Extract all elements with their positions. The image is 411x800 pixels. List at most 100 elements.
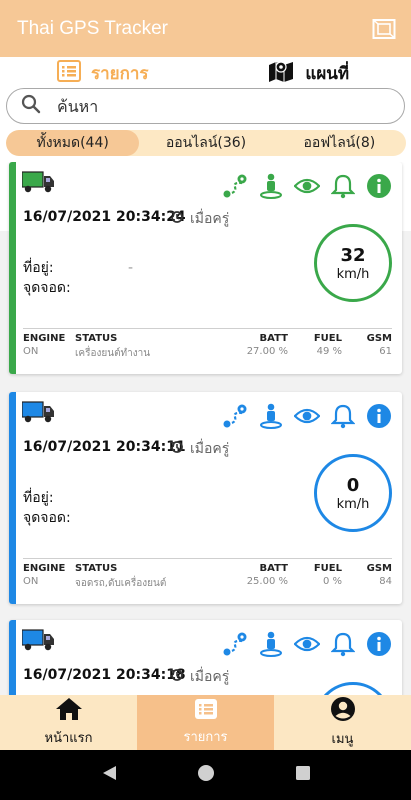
eye-icon[interactable]: [294, 403, 320, 429]
status-bar: [9, 162, 16, 374]
address-label: ที่อยู่:: [23, 260, 54, 276]
filter-all[interactable]: ทั้งหมด(44): [6, 130, 140, 156]
app-title: Thai GPS Tracker: [17, 17, 168, 39]
info-icon[interactable]: [366, 403, 392, 429]
stop-label: จุดจอด:: [23, 510, 71, 526]
truck-icon: [21, 628, 55, 652]
eye-icon[interactable]: [294, 631, 320, 657]
truck-icon: [21, 170, 55, 194]
tab-list-label: รายการ: [90, 63, 149, 84]
speed-gauge: 0 km/h: [314, 454, 392, 532]
bell-icon[interactable]: [330, 403, 356, 429]
status-filter: ทั้งหมด(44) ออนไลน์(36) ออฟไลน์(8): [6, 130, 406, 156]
filter-offline[interactable]: ออฟไลน์(8): [273, 130, 406, 156]
last-update-datetime: 16/07/2021 20:34:24: [23, 209, 186, 225]
gsm-label: GSM: [366, 333, 392, 344]
search-input[interactable]: [57, 96, 377, 116]
nav-menu-label: เมนู: [331, 732, 354, 747]
divider: [23, 558, 392, 559]
street-view-icon[interactable]: [258, 403, 284, 429]
screen-frame-icon[interactable]: [371, 16, 397, 42]
status-field: STATUS จอดรถ,ดับเครื่องยนต์: [75, 563, 166, 591]
system-nav-bar: [0, 750, 411, 800]
stop-label: จุดจอด:: [23, 280, 71, 296]
fuel-field: FUEL 0 %: [314, 563, 342, 587]
vehicle-list: 16/07/2021 20:34:24 เมื่อครู่ ที่อยู่: -…: [0, 162, 411, 695]
route-icon[interactable]: [222, 631, 248, 657]
location-block: ที่อยู่: - จุดจอด:: [23, 258, 133, 298]
history-icon: [169, 209, 185, 229]
home-circle-icon[interactable]: [197, 764, 215, 786]
card-actions: [222, 403, 392, 429]
speed-unit: km/h: [336, 496, 370, 512]
status-value: จอดรถ,ดับเครื่องยนต์: [75, 578, 167, 589]
card-actions: [222, 173, 392, 199]
last-update-datetime: 16/07/2021 20:34:11: [23, 439, 186, 455]
last-update-ago: เมื่อครู่: [169, 666, 229, 688]
battery-field: BATT 27.00 %: [247, 333, 288, 357]
nav-home-label: หน้าแรก: [44, 731, 93, 746]
tab-map-label: แผนที่: [305, 63, 350, 84]
speed-value: 32: [340, 244, 366, 266]
fuel-value: 0 %: [322, 576, 342, 587]
street-view-icon[interactable]: [258, 631, 284, 657]
gsm-value: 84: [379, 576, 392, 587]
engine-value: ON: [23, 346, 39, 357]
vehicle-card[interactable]: 16/07/2021 20:34:24 เมื่อครู่ ที่อยู่: -…: [9, 162, 402, 374]
home-icon: [55, 697, 83, 725]
tab-list[interactable]: รายการ: [0, 57, 206, 89]
engine-field: ENGINE ON: [23, 333, 65, 357]
recents-icon[interactable]: [295, 765, 311, 785]
status-value: เครื่องยนต์ทำงาน: [75, 348, 151, 359]
info-icon[interactable]: [366, 173, 392, 199]
engine-label: ENGINE: [23, 563, 66, 574]
last-update-ago: เมื่อครู่: [169, 438, 229, 460]
map-icon: [267, 59, 295, 88]
eye-icon[interactable]: [294, 173, 320, 199]
card-actions: [222, 631, 392, 657]
list-icon: [194, 698, 218, 724]
speed-gauge: [314, 682, 392, 695]
view-tabs: รายการ แผนที่: [0, 57, 411, 89]
status-bar: [9, 620, 16, 695]
filter-online[interactable]: ออนไลน์(36): [139, 130, 272, 156]
speed-value: 0: [346, 474, 360, 496]
tab-map[interactable]: แผนที่: [206, 57, 411, 89]
app: Thai GPS Tracker รายการ แผนที่ ทั้งหมด(4…: [0, 0, 411, 800]
gsm-field: GSM 61: [367, 333, 392, 357]
address-label: ที่อยู่:: [23, 490, 54, 506]
ago-label: เมื่อครู่: [190, 669, 230, 685]
info-icon[interactable]: [366, 631, 392, 657]
battery-label: BATT: [259, 333, 288, 344]
battery-field: BATT 25.00 %: [247, 563, 288, 587]
route-icon[interactable]: [222, 403, 248, 429]
search-box[interactable]: [6, 88, 405, 124]
status-bar: [9, 392, 16, 604]
nav-home[interactable]: หน้าแรก: [0, 695, 137, 750]
status-field: STATUS เครื่องยนต์ทำงาน: [75, 333, 150, 361]
street-view-icon[interactable]: [258, 173, 284, 199]
bottom-nav: หน้าแรก รายการ เมนู: [0, 695, 411, 750]
route-icon[interactable]: [222, 173, 248, 199]
fuel-field: FUEL 49 %: [314, 333, 342, 357]
status-label: STATUS: [75, 563, 118, 574]
vehicle-card[interactable]: 16/07/2021 20:34:11 เมื่อครู่ ที่อยู่: จ…: [9, 392, 402, 604]
last-update-datetime: 16/07/2021 20:34:18: [23, 667, 186, 683]
status-label: STATUS: [75, 333, 118, 344]
address-value: -: [128, 260, 134, 276]
battery-label: BATT: [259, 563, 288, 574]
engine-value: ON: [23, 576, 39, 587]
fuel-label: FUEL: [313, 563, 342, 574]
history-icon: [169, 667, 185, 687]
app-bar: Thai GPS Tracker: [0, 0, 411, 57]
back-icon[interactable]: [100, 764, 118, 786]
bell-icon[interactable]: [330, 173, 356, 199]
gsm-value: 61: [379, 346, 392, 357]
nav-menu[interactable]: เมนู: [274, 695, 411, 750]
nav-list[interactable]: รายการ: [137, 695, 274, 750]
vehicle-card[interactable]: 16/07/2021 20:34:18 เมื่อครู่ ที่อยู่: จ…: [9, 620, 402, 695]
search-icon: [21, 94, 41, 118]
bell-icon[interactable]: [330, 631, 356, 657]
gsm-label: GSM: [366, 563, 392, 574]
battery-value: 27.00 %: [246, 346, 288, 357]
